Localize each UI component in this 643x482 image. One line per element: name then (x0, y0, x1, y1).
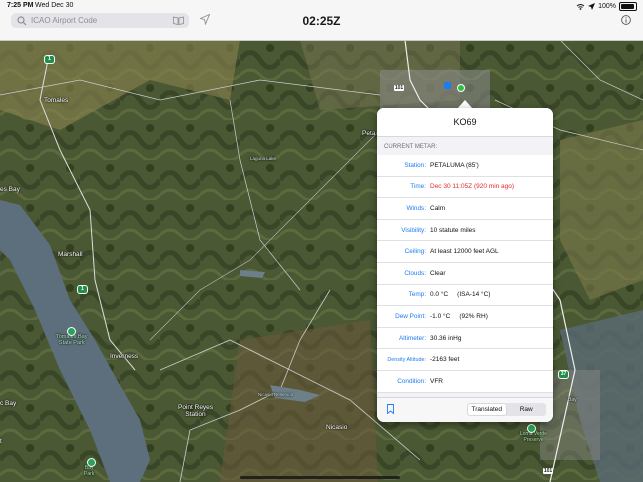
map-label-marshall: Marshall (58, 251, 83, 258)
metar-row-temp: Temp: 0.0 °C (ISA-14 °C) (377, 285, 553, 307)
metar-key: Time: (410, 183, 426, 191)
metar-key: Visibility: (401, 226, 426, 234)
battery-percent: 100% (598, 3, 616, 10)
translated-raw-segmented-control[interactable]: Translated Raw (467, 403, 546, 416)
segment-raw[interactable]: Raw (508, 404, 546, 415)
top-toolbar: 7:25 PM Wed Dec 30 100% ICAO Airport Cod… (0, 0, 643, 41)
metar-key: Altimeter: (399, 334, 426, 342)
map-label-bayland: Bay (568, 397, 577, 403)
metar-row-condition: Condition: VFR (377, 371, 553, 393)
metar-row-winds: Winds: Calm (377, 198, 553, 220)
metar-value: 30.36 inHg (430, 334, 462, 342)
bookmark-icon[interactable] (387, 404, 394, 414)
park-pin-icon[interactable] (87, 458, 96, 467)
metar-row-density-altitude: Density Altitude: -2163 feet (377, 349, 553, 371)
metar-value: VFR (430, 377, 443, 385)
metar-value: 0.0 °C (ISA-14 °C) (430, 291, 491, 299)
airport-marker-icon[interactable] (444, 82, 451, 89)
metar-key: Temp: (408, 291, 426, 299)
highway-shield-sr1: 1 (44, 55, 55, 64)
status-time: 7:25 PM (7, 2, 34, 9)
park-pin-icon[interactable] (67, 327, 76, 336)
map-label-loma-verde: Loma Verde Preserve (520, 431, 547, 443)
park-pin-icon[interactable] (527, 424, 536, 433)
highway-shield-us101: 101 (394, 85, 404, 91)
map-label-bay: es Bay (0, 186, 20, 193)
map-label-inverness: Inverness (110, 353, 139, 360)
battery-icon (619, 2, 637, 11)
metar-value: -1.0 °C (92% RH) (430, 312, 488, 320)
status-indicators: 100% (576, 2, 637, 11)
home-indicator[interactable] (240, 476, 400, 479)
popup-title: KO69 (377, 108, 553, 137)
segment-translated[interactable]: Translated (468, 404, 506, 415)
map-label-nicasio: Nicasio (326, 424, 348, 431)
map-label-tomales: Tomales (44, 97, 69, 104)
metar-value: -2163 feet (430, 356, 460, 364)
metar-row-dew-point: Dew Point: -1.0 °C (92% RH) (377, 306, 553, 328)
metar-key: Winds: (406, 204, 426, 212)
map-label-nicasio-reservoir: Nicasio Reservoir (258, 392, 294, 397)
zulu-clock: 02:25Z (302, 14, 341, 28)
metar-row-time: Time: Dec 30 11:05Z (920 min ago) (377, 177, 553, 199)
metar-popup: KO69 CURRENT METAR: Station: PETALUMA (8… (377, 108, 553, 422)
wifi-icon (576, 4, 585, 10)
map-label-petaluma: Peta (362, 130, 376, 137)
map-label-left-edge: c Bay (0, 400, 17, 407)
metar-row-altimeter: Altimeter: 30.36 inHg (377, 328, 553, 350)
metar-row-ceiling: Ceiling: At least 12000 feet AGL (377, 241, 553, 263)
metar-value: Clear (430, 269, 446, 277)
metar-table: Station: PETALUMA (85') Time: Dec 30 11:… (377, 155, 553, 393)
highway-shield-us101: 101 (543, 468, 553, 474)
metar-key: Station: (404, 161, 426, 169)
highway-shield-sr37: 37 (558, 370, 569, 379)
map-label-point-reyes-station: Point Reyes Station (178, 404, 214, 418)
airport-vfr-marker-icon[interactable] (457, 84, 465, 92)
metar-value: Calm (430, 204, 446, 212)
metar-key: Ceiling: (404, 248, 426, 256)
metar-key: Clouds: (404, 269, 426, 277)
metar-row-visibility: Visibility: 10 statute miles (377, 220, 553, 242)
metar-value: At least 12000 feet AGL (430, 248, 499, 256)
metar-row-station: Station: PETALUMA (85') (377, 155, 553, 177)
section-header: CURRENT METAR: (384, 144, 438, 150)
metar-key: Density Altitude: (387, 356, 426, 363)
metar-value: 10 statute miles (430, 226, 476, 234)
location-arrow-icon (588, 3, 596, 10)
map-label-laguna-lake: Laguna Lake (250, 156, 277, 161)
metar-row-clouds: Clouds: Clear (377, 263, 553, 285)
status-date: Wed Dec 30 (35, 2, 74, 9)
highway-shield-sr1: 1 (77, 285, 88, 294)
status-bar: 7:25 PM Wed Dec 30 100% (0, 0, 643, 12)
map-label-left-edge-bottom: t (0, 438, 2, 445)
metar-value: Dec 30 11:05Z (920 min ago) (430, 183, 515, 191)
metar-key: Condition: (397, 377, 426, 385)
metar-key: Dew Point: (395, 312, 426, 320)
popup-footer: Translated Raw (377, 397, 553, 422)
info-icon[interactable] (621, 15, 631, 25)
metar-value: PETALUMA (85') (430, 161, 479, 169)
